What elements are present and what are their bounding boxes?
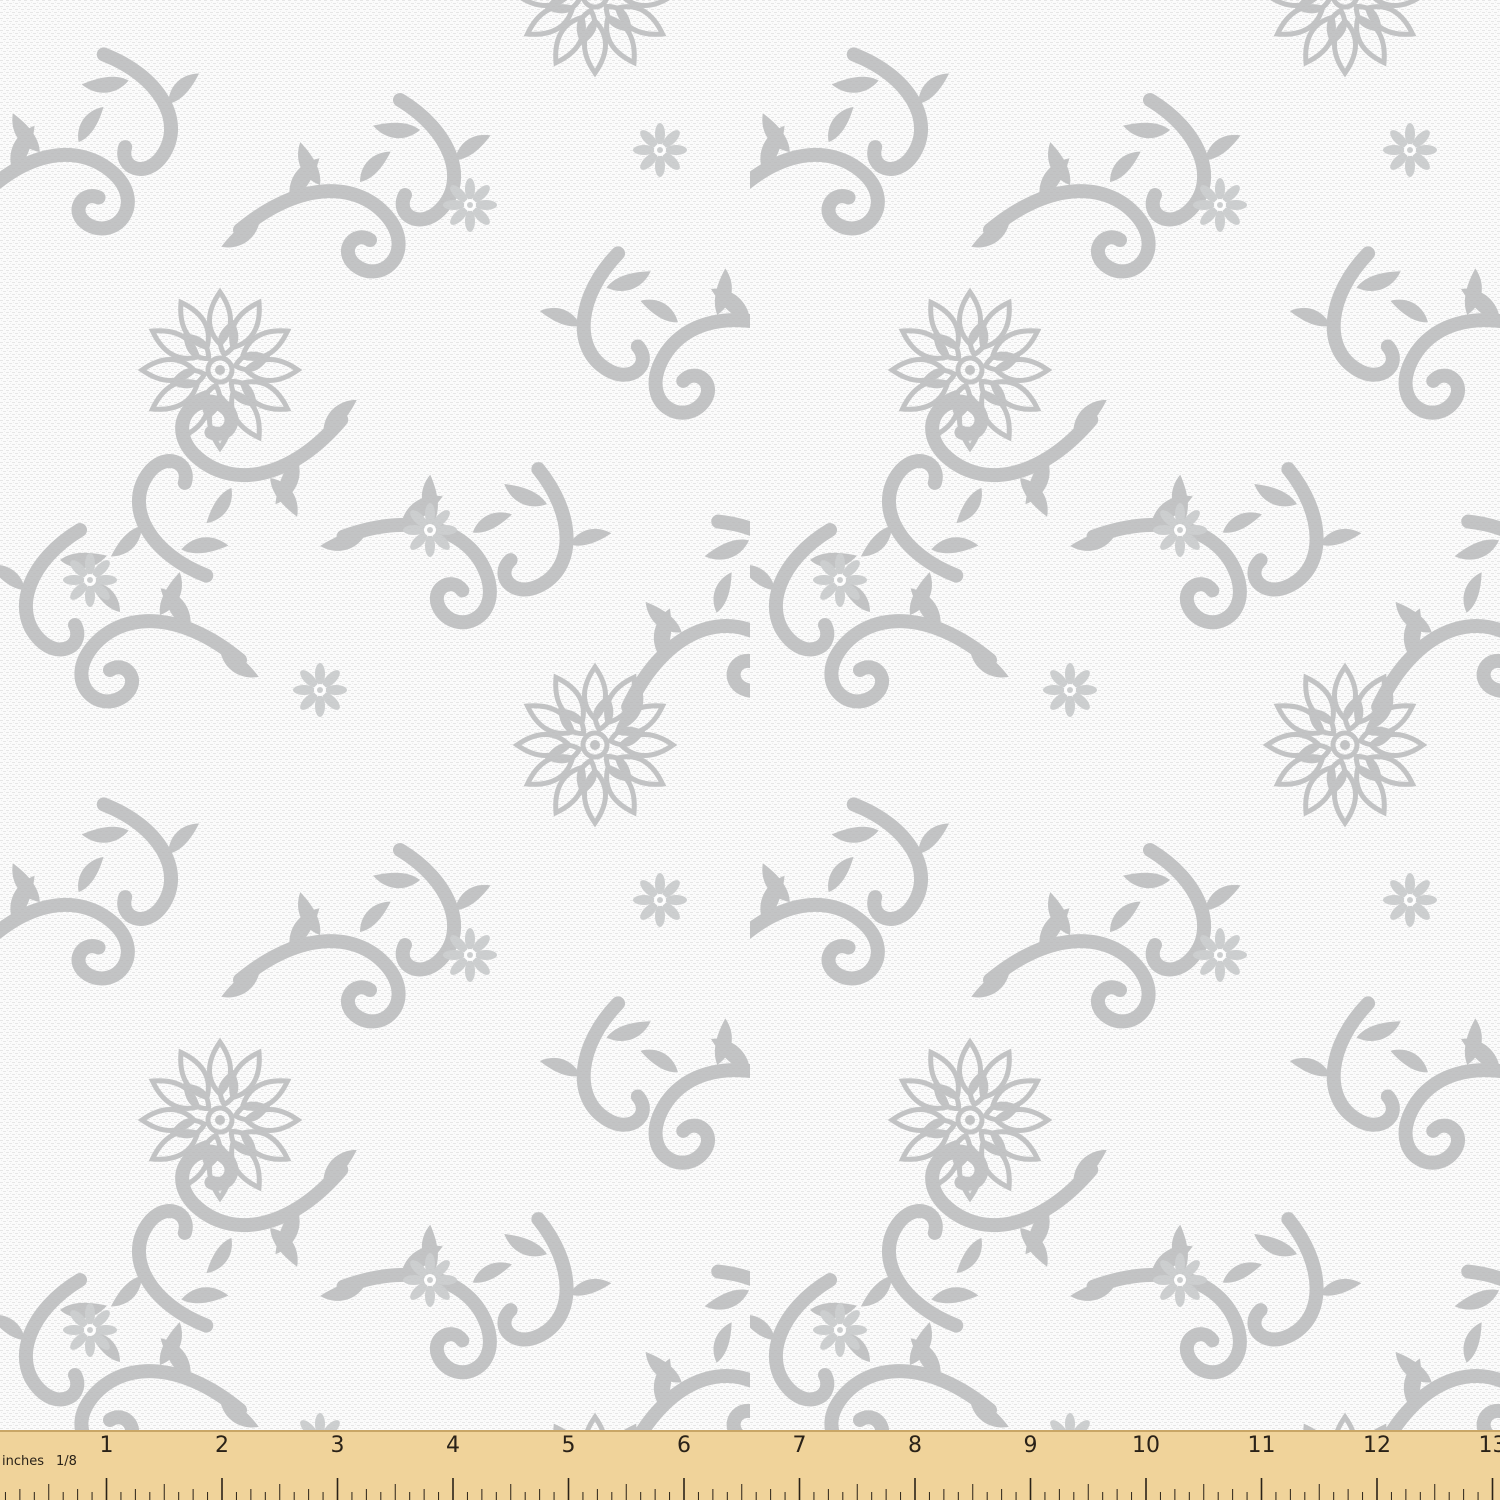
ruler-number: 13 — [1479, 1433, 1500, 1458]
ruler-unit-label: inches — [2, 1454, 44, 1469]
ruler-number: 1 — [100, 1433, 114, 1458]
ruler-number: 6 — [677, 1433, 691, 1458]
measuring-ruler: 1 2 3 4 5 6 7 8 9 10 11 12 13 inches 1/8 — [0, 1430, 1500, 1500]
ruler-number: 3 — [331, 1433, 345, 1458]
fabric-product-photo: 1 2 3 4 5 6 7 8 9 10 11 12 13 inches 1/8 — [0, 0, 1500, 1500]
ruler-number: 9 — [1024, 1433, 1038, 1458]
fabric-swatch — [0, 0, 1500, 1430]
ruler-fraction-label: 1/8 — [56, 1454, 77, 1469]
ruler-number: 12 — [1363, 1433, 1391, 1458]
ruler-number: 7 — [793, 1433, 807, 1458]
ruler-number: 11 — [1248, 1433, 1276, 1458]
ruler-number: 10 — [1132, 1433, 1160, 1458]
ruler-number: 5 — [562, 1433, 576, 1458]
ruler-number: 8 — [908, 1433, 922, 1458]
ruler-number: 4 — [446, 1433, 460, 1458]
ruler-number: 2 — [215, 1433, 229, 1458]
ruler-edge — [0, 1430, 1500, 1432]
